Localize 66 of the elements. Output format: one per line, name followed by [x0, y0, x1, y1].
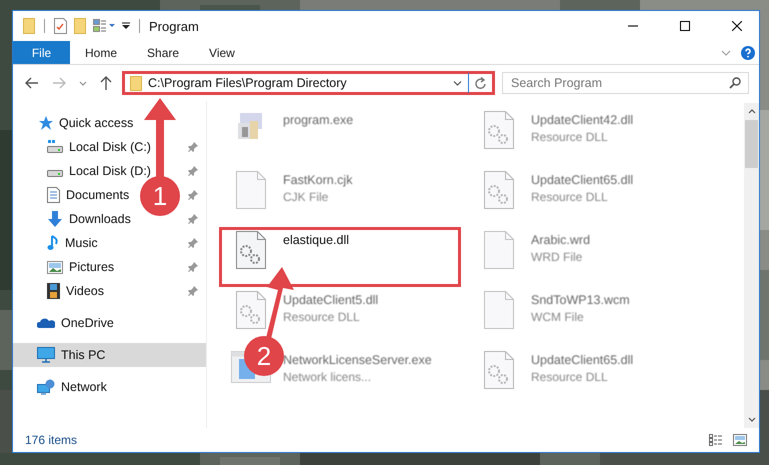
ribbon-tab[interactable]: View [194, 41, 250, 64]
scroll-thumb[interactable] [745, 120, 758, 168]
pin-icon[interactable] [188, 166, 198, 176]
properties-icon[interactable] [54, 18, 67, 34]
up-icon[interactable] [100, 76, 112, 90]
ribbon-tab[interactable]: Share [132, 41, 194, 64]
download-icon [47, 211, 63, 227]
computer-icon [37, 347, 55, 363]
nav-item[interactable]: Pictures [13, 255, 122, 279]
search-icon[interactable] [729, 77, 741, 89]
file-type: Resource DLL [531, 370, 609, 384]
nav-item[interactable]: Downloads [13, 207, 139, 231]
step-badge: 2 [244, 336, 284, 376]
film-icon [47, 283, 60, 299]
search-field[interactable]: Search Program [502, 72, 749, 94]
scrollbar[interactable] [744, 103, 759, 428]
view-icon[interactable] [93, 19, 115, 33]
step-badge: 1 [140, 176, 180, 216]
ribbon-tab[interactable]: Home [70, 41, 132, 64]
large-icons-view-icon[interactable] [733, 434, 747, 446]
nav-item[interactable]: OneDrive [13, 311, 206, 335]
music-note-icon [47, 235, 59, 251]
file-type: WCM File [531, 310, 585, 324]
folder-icon [130, 76, 142, 90]
file-type: Resource DLL [283, 310, 361, 324]
nav-item[interactable]: Network [13, 375, 206, 399]
address-field[interactable]: C:\Program Files\Program Directory [122, 71, 495, 95]
file-menu-button[interactable]: File [13, 41, 70, 64]
star-icon [37, 115, 53, 131]
recent-locations-icon[interactable] [79, 80, 87, 86]
nav-item[interactable]: Videos [13, 279, 112, 303]
pin-icon[interactable] [188, 142, 198, 152]
item-count: 176 items [25, 433, 78, 447]
pin-icon[interactable] [188, 214, 198, 224]
pin-icon[interactable] [188, 238, 198, 248]
help-icon[interactable] [741, 46, 755, 60]
scroll-down-icon[interactable] [748, 417, 756, 422]
pictures-icon [47, 260, 63, 274]
back-icon[interactable] [25, 77, 39, 89]
customize-dropdown-icon[interactable] [122, 22, 130, 30]
drive-icon [47, 140, 63, 154]
file-type: Resource DLL [531, 130, 609, 144]
expand-ribbon-icon[interactable] [721, 50, 731, 56]
file-name[interactable]: elastique.dll [283, 233, 350, 247]
file-type: CJK File [283, 190, 330, 204]
close-icon [732, 21, 742, 31]
nav-item[interactable]: Music [13, 231, 106, 255]
cloud-icon [37, 317, 55, 329]
maximize-icon [680, 21, 690, 31]
nav-item[interactable]: This PC [13, 343, 206, 367]
network-icon [37, 379, 55, 395]
document-icon [47, 187, 60, 203]
file-type: WRD File [531, 250, 584, 264]
pin-icon[interactable] [188, 190, 198, 200]
dropdown-icon[interactable] [453, 80, 462, 86]
scroll-up-icon[interactable] [748, 109, 756, 114]
refresh-icon[interactable] [475, 76, 487, 90]
details-view-icon[interactable] [709, 434, 723, 446]
file-type: Resource DLL [531, 190, 609, 204]
file-type: Network licens... [283, 370, 372, 384]
nav-item[interactable]: Quick access [13, 111, 206, 135]
pin-icon[interactable] [188, 286, 198, 296]
window-title: Program [149, 18, 199, 34]
nav-item[interactable]: Documents [13, 183, 138, 207]
pin-icon[interactable] [188, 262, 198, 272]
nav-item[interactable]: Local Disk (C:) [13, 135, 159, 159]
